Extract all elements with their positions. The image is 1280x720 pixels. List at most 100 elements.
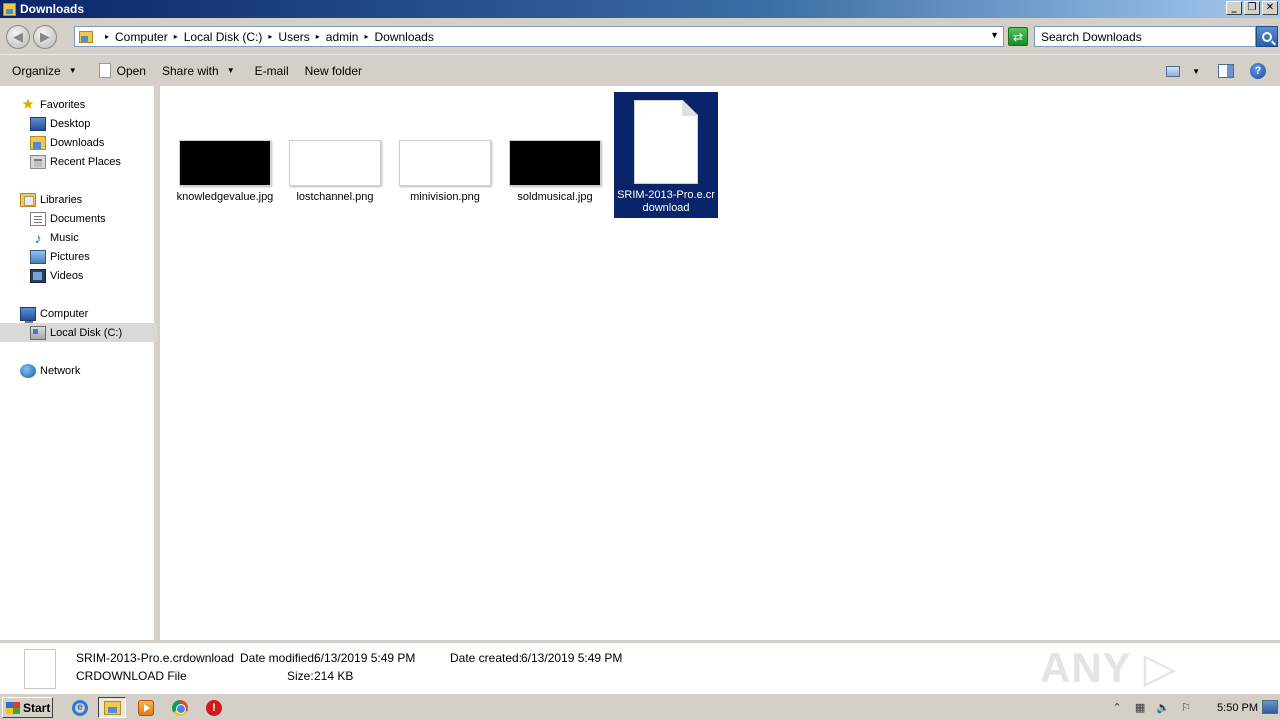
preview-pane-icon[interactable] <box>1218 64 1234 78</box>
network-tray-icon[interactable]: ▦ <box>1132 701 1148 714</box>
open-button[interactable]: Open <box>91 59 154 83</box>
arrow-right-icon: ▶ <box>40 29 50 44</box>
help-icon[interactable]: ? <box>1250 63 1266 79</box>
chevron-right-icon[interactable]: ▸ <box>174 32 178 41</box>
nav-computer[interactable]: Computer <box>0 304 157 324</box>
taskbar-internet-explorer[interactable]: e <box>66 697 94 718</box>
details-size-label: Size: <box>287 669 314 683</box>
breadcrumb-admin[interactable]: admin ▸ <box>326 30 375 44</box>
document-icon <box>98 63 111 78</box>
chevron-right-icon[interactable]: ▸ <box>105 32 109 41</box>
caret-down-icon: ▼ <box>68 66 77 75</box>
chevron-right-icon[interactable]: ▸ <box>364 32 368 41</box>
file-item-minivision[interactable]: minivision.png <box>393 92 497 218</box>
window-controls: _ ❐ ✕ <box>1226 1 1278 15</box>
location-folder-icon <box>79 30 93 43</box>
refresh-button[interactable]: ⇄ <box>1008 27 1028 46</box>
address-dropdown-icon[interactable]: ▼ <box>990 30 999 40</box>
minimize-button[interactable]: _ <box>1226 1 1242 15</box>
details-filename: SRIM-2013-Pro.e.crdownload <box>76 651 235 665</box>
show-desktop-button[interactable] <box>1262 700 1278 714</box>
details-date-modified-label: Date modified: <box>240 651 318 665</box>
recent-places-icon <box>30 154 46 169</box>
search-input[interactable]: Search Downloads <box>1034 26 1256 47</box>
volume-icon[interactable]: 🔈 <box>1155 701 1171 714</box>
nav-favorites[interactable]: ★ Favorites <box>0 95 157 114</box>
details-date-created-label: Date created: <box>450 651 523 665</box>
search-icon <box>1262 31 1272 42</box>
details-date-modified: 6/13/2019 5:49 PM <box>314 651 416 665</box>
organize-button[interactable]: Organize ▼ <box>0 59 85 83</box>
breadcrumb-downloads[interactable]: Downloads <box>374 30 433 44</box>
nav-documents[interactable]: Documents <box>0 209 157 228</box>
nav-desktop[interactable]: Desktop <box>0 114 157 133</box>
search-button[interactable] <box>1256 26 1278 47</box>
computer-icon <box>20 306 36 324</box>
change-view-icon[interactable] <box>1166 65 1181 77</box>
image-thumbnail <box>289 140 381 186</box>
image-thumbnail <box>179 140 271 186</box>
nav-videos[interactable]: Videos <box>0 266 157 285</box>
nav-pictures[interactable]: Pictures <box>0 247 157 266</box>
image-thumbnail <box>399 140 491 186</box>
taskbar-stop-app[interactable]: ! <box>200 697 228 718</box>
navigation-pane: ★ Favorites Desktop Downloads Recent Plac… <box>0 86 157 640</box>
details-filetype: CRDOWNLOAD File <box>76 669 187 683</box>
restore-button[interactable]: ❐ <box>1244 1 1260 15</box>
file-list[interactable]: knowledgevalue.jpg lostchannel.png miniv… <box>160 86 1280 640</box>
chevron-right-icon[interactable]: ▸ <box>316 32 320 41</box>
forward-button[interactable]: ▶ <box>33 25 57 49</box>
breadcrumb-users[interactable]: Users ▸ <box>278 30 325 44</box>
tray-expand-icon[interactable]: ⌃ <box>1109 701 1125 714</box>
file-item-soldmusical[interactable]: soldmusical.jpg <box>503 92 607 218</box>
view-controls: ▼ ? <box>1158 55 1280 87</box>
taskbar-explorer[interactable] <box>98 697 126 718</box>
system-tray: ⌃ ▦ 🔈 ⚐ 5:50 PM <box>1109 697 1258 718</box>
explorer-folder-icon <box>103 700 121 715</box>
file-name: lostchannel.png <box>296 191 374 203</box>
file-item-lostchannel[interactable]: lostchannel.png <box>283 92 387 218</box>
command-bar: Organize ▼ Open Share with ▼ E-mail New fo… <box>0 54 1280 86</box>
nav-downloads[interactable]: Downloads <box>0 133 157 152</box>
view-options-icon[interactable]: ▼ <box>1192 67 1200 76</box>
internet-explorer-icon: e <box>72 699 88 716</box>
new-folder-button[interactable]: New folder <box>297 59 370 83</box>
breadcrumb-local-disk[interactable]: Local Disk (C:) ▸ <box>184 30 279 44</box>
details-size: 214 KB <box>314 669 354 683</box>
media-player-icon <box>138 699 154 716</box>
refresh-icon: ⇄ <box>1012 29 1024 44</box>
downloads-folder-icon <box>30 135 46 150</box>
network-icon <box>20 363 36 378</box>
nav-music[interactable]: ♪ Music <box>0 228 157 247</box>
music-note-icon: ♪ <box>34 229 42 246</box>
start-button[interactable]: Start <box>2 697 53 718</box>
desktop-icon <box>30 116 46 131</box>
back-button[interactable]: ◀ <box>6 25 30 49</box>
address-row: ◀ ▶ ▸ Computer ▸ Local Disk (C:) ▸ Users ▸ … <box>0 18 1280 54</box>
taskbar-chrome[interactable] <box>166 697 194 718</box>
nav-network[interactable]: Network <box>0 361 157 380</box>
chrome-icon <box>172 699 188 716</box>
share-with-button[interactable]: Share with ▼ <box>154 59 243 83</box>
libraries-icon <box>20 192 36 207</box>
nav-libraries[interactable]: Libraries <box>0 190 157 209</box>
file-item-knowledgevalue[interactable]: knowledgevalue.jpg <box>173 92 277 218</box>
action-center-flag-icon[interactable]: ⚐ <box>1178 701 1194 714</box>
file-item-srim-crdownload[interactable]: SRIM-2013-Pro.e.crdownload <box>614 92 718 218</box>
details-date-created: 6/13/2019 5:49 PM <box>521 651 623 665</box>
file-name: SRIM-2013-Pro.e.crdownload <box>617 189 715 214</box>
breadcrumb-computer[interactable]: Computer ▸ <box>115 30 184 44</box>
nav-recent-places[interactable]: Recent Places <box>0 152 157 171</box>
document-file-icon <box>24 649 56 689</box>
email-button[interactable]: E-mail <box>247 59 297 83</box>
file-name: knowledgevalue.jpg <box>176 191 274 203</box>
clock[interactable]: 5:50 PM <box>1217 702 1258 714</box>
nav-local-disk[interactable]: Local Disk (C:) <box>0 323 157 342</box>
taskbar-media-player[interactable] <box>132 697 160 718</box>
videos-icon <box>30 268 46 283</box>
window-title: Downloads <box>20 2 85 16</box>
address-bar[interactable]: ▸ Computer ▸ Local Disk (C:) ▸ Users ▸ admi… <box>74 26 1004 47</box>
windows-logo-icon <box>6 701 20 714</box>
chevron-right-icon[interactable]: ▸ <box>268 32 272 41</box>
close-button[interactable]: ✕ <box>1262 1 1278 15</box>
